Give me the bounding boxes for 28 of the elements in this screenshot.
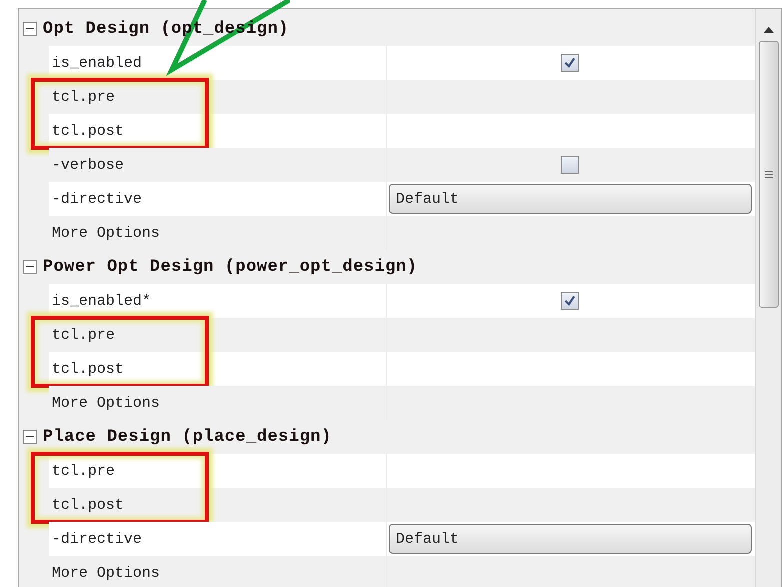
property-name: -directive <box>51 190 144 210</box>
property-name: tcl.pre <box>51 88 116 108</box>
checkbox[interactable] <box>560 156 578 174</box>
property-name: More Options <box>51 564 162 584</box>
scrollbar[interactable] <box>755 9 781 587</box>
scrollbar-thumb[interactable] <box>758 41 778 308</box>
collapse-icon[interactable] <box>23 22 37 36</box>
checkbox[interactable] <box>560 292 578 310</box>
collapse-icon[interactable] <box>23 430 37 444</box>
property-name: More Options <box>51 224 162 244</box>
property-name: tcl.post <box>51 496 126 516</box>
collapse-icon[interactable] <box>23 260 37 274</box>
property-name: More Options <box>51 394 162 414</box>
property-name: is_enabled <box>51 54 144 74</box>
directive-dropdown[interactable]: Default <box>389 524 752 554</box>
checkbox[interactable] <box>560 54 578 72</box>
property-name: tcl.post <box>51 122 126 142</box>
property-name: is_enabled* <box>51 292 152 312</box>
property-name: tcl.pre <box>51 326 116 346</box>
property-name: -verbose <box>51 156 126 176</box>
directive-dropdown[interactable]: Default <box>389 184 752 214</box>
property-name: -directive <box>51 530 144 550</box>
property-name: tcl.post <box>51 360 126 380</box>
section-title: Place Design (place_design) <box>43 428 332 446</box>
grip-icon <box>764 170 772 178</box>
property-name: tcl.pre <box>51 462 116 482</box>
section-title: Power Opt Design (power_opt_design) <box>43 258 418 276</box>
scroll-up-icon[interactable] <box>764 27 774 33</box>
